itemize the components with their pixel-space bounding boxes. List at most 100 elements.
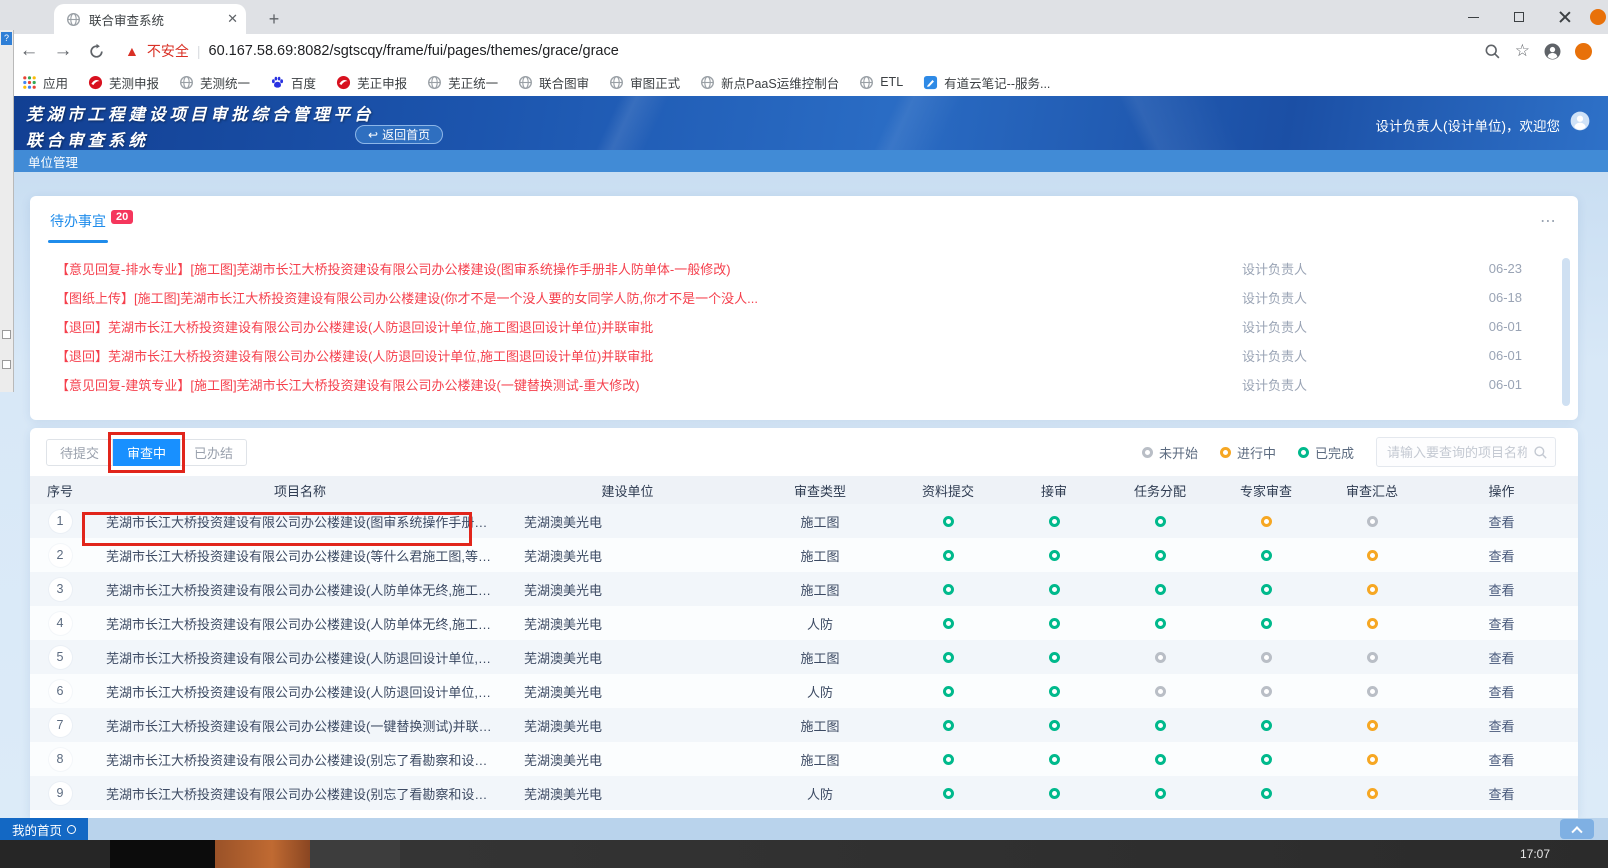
todo-item[interactable]: 【意见回复-排水专业】[施工图]芜湖市长江大桥投资建设有限公司办公楼建设(图审系… [56, 254, 1522, 283]
security-label[interactable]: 不安全 [147, 41, 189, 61]
view-link[interactable]: 查看 [1488, 753, 1514, 768]
status-tabs: 待提交审查中已办结 [46, 439, 247, 466]
project-name[interactable]: 芜湖市长江大桥投资建设有限公司办公楼建设(等什么君施工图,等什... [106, 546, 498, 565]
browser-update-icon[interactable] [1590, 9, 1606, 25]
todo-item-text[interactable]: 【意见回复-排水专业】[施工图]芜湖市长江大桥投资建设有限公司办公楼建设(图审系… [56, 259, 1242, 278]
bookmark-item[interactable]: 审图正式 [601, 70, 688, 95]
status-done-icon [1155, 550, 1166, 561]
search-icon[interactable] [1533, 445, 1548, 460]
my-home-tab[interactable]: 我的首页 [0, 818, 88, 840]
project-name-cell: 芜湖市长江大桥投资建设有限公司办公楼建设(别忘了看勘察和设计... [90, 750, 510, 769]
status-cell [895, 652, 1001, 663]
todo-item[interactable]: 【退回】芜湖市长江大桥投资建设有限公司办公楼建设(人防退回设计单位,施工图退回设… [56, 341, 1522, 370]
apps-grid-icon [22, 75, 37, 90]
view-link[interactable]: 查看 [1488, 651, 1514, 666]
tab-close-icon[interactable]: ✕ [227, 11, 238, 27]
bookmark-item[interactable]: 有道云笔记--服务... [915, 70, 1058, 95]
browser-tab[interactable]: 联合审查系统 ✕ [54, 4, 246, 34]
view-link[interactable]: 查看 [1488, 719, 1514, 734]
bookmark-item[interactable]: 百度 [262, 70, 324, 95]
status-cell [1107, 788, 1213, 799]
row-number: 9 [49, 782, 72, 805]
forward-icon[interactable]: → [46, 40, 80, 62]
table-row: 9芜湖市长江大桥投资建设有限公司办公楼建设(别忘了看勘察和设计...芜湖澳美光电… [30, 776, 1578, 810]
scroll-top-button[interactable] [1560, 819, 1594, 839]
view-link[interactable]: 查看 [1488, 515, 1514, 530]
window-minimize-button[interactable] [1450, 0, 1496, 34]
tab-已办结[interactable]: 已办结 [180, 439, 247, 466]
todo-item-text[interactable]: 【退回】芜湖市长江大桥投资建设有限公司办公楼建设(人防退回设计单位,施工图退回设… [56, 317, 1242, 336]
todo-item-person: 设计负责人 [1242, 375, 1472, 394]
bookmark-item[interactable]: ETL [851, 72, 911, 93]
address-bar[interactable]: ▲ 不安全 | 60.167.58.69:8082/sgtscqy/frame/… [125, 37, 1484, 65]
status-cell [1001, 686, 1107, 697]
todo-item[interactable]: 【意见回复-建筑专业】[施工图]芜湖市长江大桥投资建设有限公司办公楼建设(一键替… [56, 370, 1522, 399]
bookmark-label: 审图正式 [630, 73, 680, 92]
tab-审查中[interactable]: 审查中 [113, 439, 180, 466]
back-icon[interactable]: ← [12, 40, 46, 62]
todo-item-text[interactable]: 【意见回复-建筑专业】[施工图]芜湖市长江大桥投资建设有限公司办公楼建设(一键替… [56, 375, 1242, 394]
todo-item-date: 06-23 [1472, 261, 1522, 276]
window-close-button[interactable] [1542, 0, 1588, 34]
todo-item[interactable]: 【退回】芜湖市长江大桥投资建设有限公司办公楼建设(人防退回设计单位,施工图退回设… [56, 312, 1522, 341]
todo-item[interactable]: 【图纸上传】[施工图]芜湖市长江大桥投资建设有限公司办公楼建设(你才不是一个没人… [56, 283, 1522, 312]
bookmark-item[interactable]: 新点PaaS运维控制台 [692, 70, 847, 95]
project-name[interactable]: 芜湖市长江大桥投资建设有限公司办公楼建设(人防单体无终,施工图... [106, 614, 498, 633]
row-number-cell: 5 [30, 646, 90, 669]
todo-tab[interactable]: 待办事宜 [50, 211, 106, 231]
tab-待提交[interactable]: 待提交 [46, 439, 113, 466]
todo-scrollbar[interactable] [1562, 258, 1570, 406]
project-name[interactable]: 芜湖市长江大桥投资建设有限公司办公楼建设(人防退回设计单位,施... [106, 648, 498, 667]
zoom-search-icon[interactable] [1484, 43, 1501, 60]
new-tab-button[interactable]: + [262, 8, 286, 32]
status-cell [895, 788, 1001, 799]
bookmark-item[interactable]: 芜正统一 [419, 70, 506, 95]
project-name-cell: 芜湖市长江大桥投资建设有限公司办公楼建设(人防单体无终,施工图... [90, 614, 510, 633]
bookmark-label: ETL [880, 75, 903, 89]
view-link[interactable]: 查看 [1488, 685, 1514, 700]
user-avatar-icon[interactable] [1570, 111, 1590, 131]
todo-item-text[interactable]: 【图纸上传】[施工图]芜湖市长江大桥投资建设有限公司办公楼建设(你才不是一个没人… [56, 288, 1242, 307]
table-row: 3芜湖市长江大桥投资建设有限公司办公楼建设(人防单体无终,施工图...芜湖澳美光… [30, 572, 1578, 606]
bookmark-item[interactable]: 应用 [14, 70, 76, 95]
action-cell: 查看 [1425, 716, 1578, 735]
build-unit: 芜湖澳美光电 [510, 546, 745, 565]
extension-icon[interactable] [1575, 43, 1592, 60]
status-pending-icon [1367, 686, 1378, 697]
table-row: 7芜湖市长江大桥投资建设有限公司办公楼建设(一键替换测试)并联审...芜湖澳美光… [30, 708, 1578, 742]
bookmark-item[interactable]: 芜测申报 [80, 70, 167, 95]
review-type: 施工图 [745, 546, 895, 565]
view-link[interactable]: 查看 [1488, 787, 1514, 802]
view-link[interactable]: 查看 [1488, 617, 1514, 632]
project-name-cell: 芜湖市长江大桥投资建设有限公司办公楼建设(人防退回设计单位,施... [90, 648, 510, 667]
row-number: 5 [49, 646, 72, 669]
bookmark-item[interactable]: 芜测统一 [171, 70, 258, 95]
view-link[interactable]: 查看 [1488, 583, 1514, 598]
project-name[interactable]: 芜湖市长江大桥投资建设有限公司办公楼建设(人防单体无终,施工图... [106, 580, 498, 599]
project-name[interactable]: 芜湖市长江大桥投资建设有限公司办公楼建设(别忘了看勘察和设计... [106, 784, 498, 803]
column-header: 操作 [1425, 481, 1578, 500]
view-link[interactable]: 查看 [1488, 549, 1514, 564]
todo-item-text[interactable]: 【退回】芜湖市长江大桥投资建设有限公司办公楼建设(人防退回设计单位,施工图退回设… [56, 346, 1242, 365]
project-name[interactable]: 芜湖市长江大桥投资建设有限公司办公楼建设(别忘了看勘察和设计... [106, 750, 498, 769]
profile-avatar-icon[interactable] [1544, 43, 1561, 60]
review-type: 施工图 [745, 750, 895, 769]
row-number-cell: 8 [30, 748, 90, 771]
project-name[interactable]: 芜湖市长江大桥投资建设有限公司办公楼建设(人防退回设计单位,施... [106, 682, 498, 701]
bookmark-item[interactable]: 芜正申报 [328, 70, 415, 95]
review-type: 施工图 [745, 648, 895, 667]
project-name[interactable]: 芜湖市长江大桥投资建设有限公司办公楼建设(图审系统操作手册人... [106, 512, 498, 531]
row-number-cell: 6 [30, 680, 90, 703]
project-search-input[interactable] [1377, 438, 1555, 466]
more-icon[interactable]: ⋯ [1540, 211, 1558, 231]
reload-icon[interactable] [88, 43, 105, 60]
bookmark-star-icon[interactable]: ☆ [1515, 41, 1530, 61]
status-cell [895, 618, 1001, 629]
back-home-button[interactable]: ↩ 返回首页 [355, 125, 443, 144]
window-maximize-button[interactable] [1496, 0, 1542, 34]
url-text[interactable]: 60.167.58.69:8082/sgtscqy/frame/fui/page… [209, 43, 619, 59]
browser-toolbar: ← → ▲ 不安全 | 60.167.58.69:8082/sgtscqy/fr… [0, 34, 1608, 68]
status-cell [1107, 754, 1213, 765]
bookmark-item[interactable]: 联合图审 [510, 70, 597, 95]
project-name[interactable]: 芜湖市长江大桥投资建设有限公司办公楼建设(一键替换测试)并联审... [106, 716, 498, 735]
